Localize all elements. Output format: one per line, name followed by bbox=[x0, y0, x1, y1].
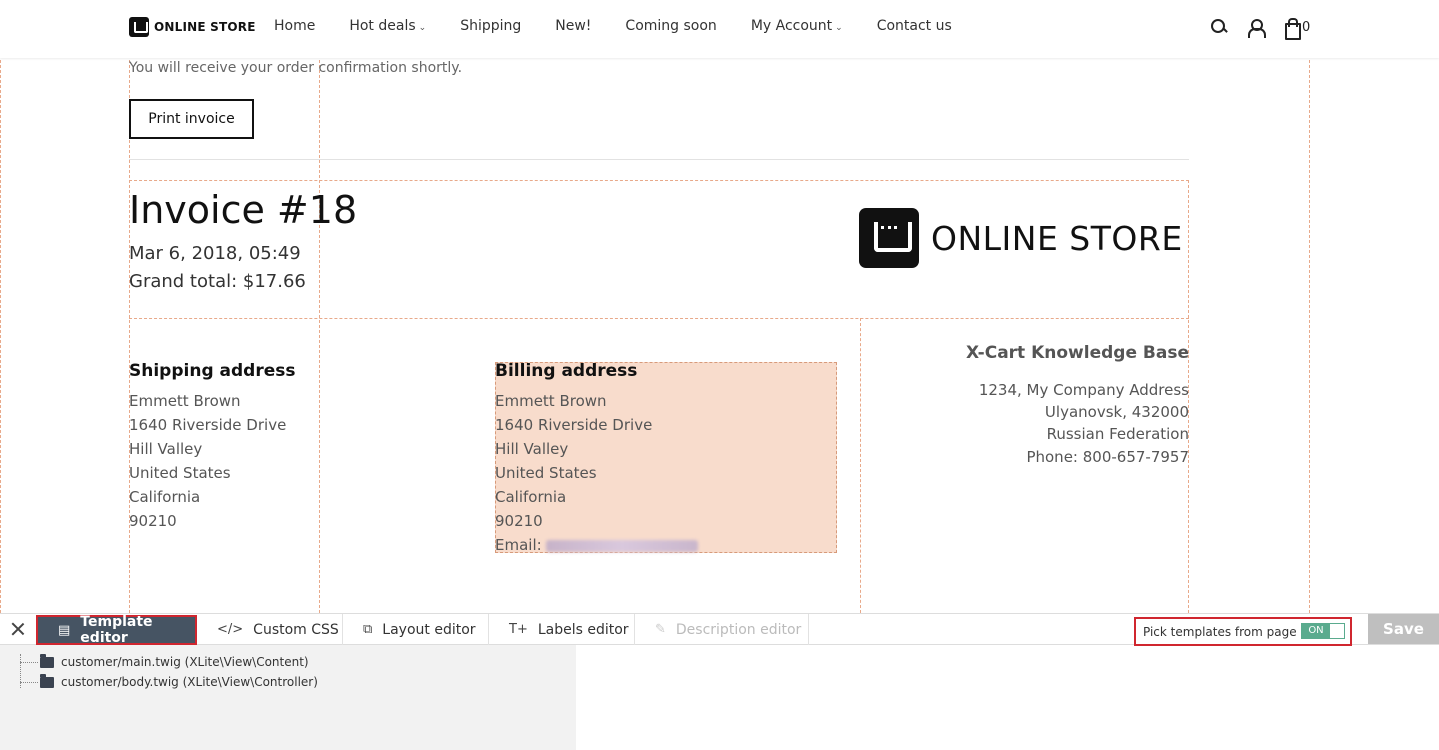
guide-line bbox=[0, 0, 1, 613]
save-button[interactable]: Save bbox=[1368, 614, 1439, 644]
billing-address-title: Billing address bbox=[495, 361, 638, 381]
cart-icon[interactable] bbox=[1282, 18, 1301, 40]
invoice-grand-total: Grand total: $17.66 bbox=[129, 271, 306, 292]
user-icon[interactable] bbox=[1246, 18, 1266, 38]
address-line: Emmett Brown bbox=[495, 392, 607, 410]
logo-text: ONLINE STORE bbox=[154, 20, 256, 34]
cart-logo-icon bbox=[129, 17, 149, 37]
nav-contact-us[interactable]: Contact us bbox=[877, 18, 952, 34]
address-line: United States bbox=[129, 464, 231, 482]
address-line: California bbox=[495, 488, 567, 506]
nav-coming-soon[interactable]: Coming soon bbox=[625, 18, 716, 34]
close-icon[interactable] bbox=[9, 620, 27, 638]
company-city: Ulyanovsk, 432000 bbox=[1044, 403, 1189, 421]
nav-home[interactable]: Home bbox=[274, 18, 315, 34]
code-icon: </> bbox=[217, 622, 244, 637]
guide-line bbox=[129, 318, 1189, 319]
nav-new[interactable]: New! bbox=[555, 18, 591, 34]
invoice-title: Invoice #18 bbox=[129, 188, 358, 232]
site-header: ONLINE STORE Home Hot deals ⌄ Shipping Ne… bbox=[0, 0, 1439, 58]
invoice-logo-text: ONLINE STORE bbox=[931, 218, 1183, 258]
address-line: Hill Valley bbox=[495, 440, 569, 458]
shipping-address: Emmett Brown 1640 Riverside Drive Hill V… bbox=[129, 389, 286, 533]
address-line: Hill Valley bbox=[129, 440, 203, 458]
pick-templates-toggle[interactable]: ON bbox=[1301, 623, 1345, 639]
edit-icon: ✎ bbox=[655, 622, 666, 637]
address-line: California bbox=[129, 488, 201, 506]
shipping-address-title: Shipping address bbox=[129, 361, 296, 381]
search-icon[interactable] bbox=[1210, 18, 1228, 36]
store-logo[interactable]: ONLINE STORE bbox=[129, 17, 256, 37]
cart-count: 0 bbox=[1302, 19, 1311, 35]
nav-shipping[interactable]: Shipping bbox=[460, 18, 521, 34]
folder-icon bbox=[40, 653, 54, 668]
address-line: 90210 bbox=[129, 512, 177, 530]
blurred-email bbox=[546, 539, 699, 552]
template-icon: ▤ bbox=[58, 622, 71, 638]
nav-hot-deals[interactable]: Hot deals ⌄ bbox=[349, 18, 426, 34]
print-invoice-button[interactable]: Print invoice bbox=[129, 99, 254, 139]
address-line: 90210 bbox=[495, 512, 543, 530]
address-line: Emmett Brown bbox=[129, 392, 241, 410]
company-address: 1234, My Company Address bbox=[978, 381, 1189, 399]
main-nav: Home Hot deals ⌄ Shipping New! Coming soo… bbox=[274, 18, 986, 34]
guide-line bbox=[860, 318, 861, 613]
text-icon: T+ bbox=[509, 622, 528, 637]
invoice-date: Mar 6, 2018, 05:49 bbox=[129, 243, 301, 264]
folder-icon bbox=[40, 673, 54, 688]
layout-icon: ⧉ bbox=[363, 622, 373, 637]
company-phone: Phone: 800-657-7957 bbox=[1026, 448, 1189, 466]
address-line: 1640 Riverside Drive bbox=[129, 416, 287, 434]
description-editor-button: ✎ Description editor bbox=[635, 614, 809, 645]
invoice-logo: ONLINE STORE bbox=[859, 208, 1183, 268]
billing-address: Emmett Brown 1640 Riverside Drive Hill V… bbox=[495, 389, 699, 557]
template-editor-button[interactable]: ▤ Template editor bbox=[36, 614, 197, 646]
header-icons: 0 bbox=[1210, 18, 1311, 40]
pick-templates-control: Pick templates from page ON bbox=[1134, 617, 1352, 646]
tree-item[interactable]: customer/body.twig (XLite\View\Controlle… bbox=[20, 673, 318, 689]
layout-editor-button[interactable]: ⧉ Layout editor bbox=[343, 614, 489, 645]
labels-editor-button[interactable]: T+ Labels editor bbox=[489, 614, 635, 645]
tree-item[interactable]: customer/main.twig (XLite\View\Content) bbox=[20, 653, 309, 669]
divider bbox=[129, 159, 1189, 160]
custom-css-button[interactable]: </> Custom CSS bbox=[197, 614, 343, 645]
confirmation-message: You will receive your order confirmation… bbox=[129, 60, 463, 76]
guide-line bbox=[319, 0, 320, 613]
email-line: Email: bbox=[495, 533, 699, 557]
address-line: 1640 Riverside Drive bbox=[495, 416, 653, 434]
company-country: Russian Federation bbox=[1046, 425, 1189, 443]
address-line: United States bbox=[495, 464, 597, 482]
chevron-down-icon: ⌄ bbox=[418, 23, 427, 33]
company-info: X-Cart Knowledge Base 1234, My Company A… bbox=[966, 343, 1189, 470]
chevron-down-icon: ⌄ bbox=[835, 23, 843, 33]
toggle-state: ON bbox=[1302, 624, 1330, 638]
pick-templates-label: Pick templates from page bbox=[1143, 624, 1297, 639]
cart-logo-icon bbox=[859, 208, 919, 268]
nav-my-account[interactable]: My Account ⌄ bbox=[751, 18, 843, 34]
company-name: X-Cart Knowledge Base bbox=[965, 343, 1189, 363]
